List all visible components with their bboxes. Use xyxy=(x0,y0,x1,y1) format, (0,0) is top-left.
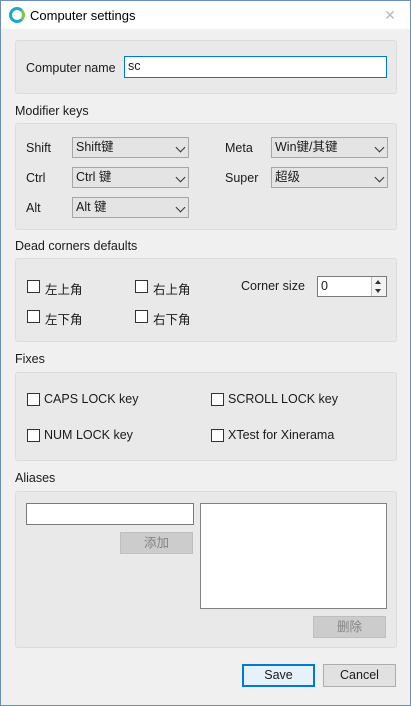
computer-name-input[interactable]: sc xyxy=(124,56,387,78)
chevron-down-icon xyxy=(175,142,186,153)
computer-name-panel: Computer name sc xyxy=(15,40,397,94)
top-right-label: 右上角 xyxy=(153,283,191,297)
alt-label: Alt xyxy=(26,201,41,215)
top-left-checkbox[interactable] xyxy=(27,280,40,293)
bottom-right-checkbox[interactable] xyxy=(135,310,148,323)
scroll-lock-label: SCROLL LOCK key xyxy=(228,392,338,406)
scroll-lock-checkbox[interactable] xyxy=(211,393,224,406)
dead-corners-title: Dead corners defaults xyxy=(15,239,138,253)
xtest-label: XTest for Xinerama xyxy=(228,428,335,442)
chevron-down-icon xyxy=(175,172,186,183)
corner-size-spinbox[interactable]: 0 xyxy=(317,276,387,297)
shift-label: Shift xyxy=(26,141,52,155)
ctrl-select-value: Ctrl 键 xyxy=(76,170,112,184)
add-alias-button[interactable]: 添加 xyxy=(120,532,193,554)
fixes-panel: CAPS LOCK key SCROLL LOCK key NUM LOCK k… xyxy=(15,372,397,461)
save-button[interactable]: Save xyxy=(242,664,315,687)
ctrl-label: Ctrl xyxy=(26,171,46,185)
meta-label: Meta xyxy=(225,141,253,155)
close-icon[interactable]: ✕ xyxy=(378,5,402,25)
meta-select[interactable]: Win键/其键 xyxy=(271,137,388,158)
alt-select-value: Alt 键 xyxy=(76,200,107,214)
caps-lock-label: CAPS LOCK key xyxy=(44,392,139,406)
spin-down-icon[interactable] xyxy=(375,289,381,293)
top-right-checkbox[interactable] xyxy=(135,280,148,293)
bottom-left-checkbox[interactable] xyxy=(27,310,40,323)
super-label: Super xyxy=(225,171,259,185)
modifier-keys-panel: Shift Shift键 Ctrl Ctrl 键 Alt Alt 键 Meta … xyxy=(15,123,397,230)
chevron-down-icon xyxy=(374,172,385,183)
alias-input[interactable] xyxy=(26,503,194,525)
shift-select[interactable]: Shift键 xyxy=(72,137,189,158)
chevron-down-icon xyxy=(374,142,385,153)
computer-name-label: Computer name xyxy=(26,61,116,75)
meta-select-value: Win键/其键 xyxy=(275,140,338,154)
aliases-title: Aliases xyxy=(15,471,56,485)
shift-select-value: Shift键 xyxy=(76,140,114,154)
alt-select[interactable]: Alt 键 xyxy=(72,197,189,218)
computer-settings-dialog: Computer settings ✕ Computer name sc Mod… xyxy=(0,0,411,706)
bottom-left-label: 左下角 xyxy=(45,313,83,327)
super-select[interactable]: 超级 xyxy=(271,167,388,188)
dead-corners-panel: 左上角 右上角 左下角 右下角 Corner size 0 xyxy=(15,258,397,342)
xtest-checkbox[interactable] xyxy=(211,429,224,442)
aliases-panel: 添加 删除 xyxy=(15,491,397,648)
modifier-keys-title: Modifier keys xyxy=(15,104,89,118)
chevron-down-icon xyxy=(175,202,186,213)
window-title: Computer settings xyxy=(30,8,136,23)
corner-size-value: 0 xyxy=(321,279,328,293)
aliases-list[interactable] xyxy=(200,503,387,609)
remove-alias-button[interactable]: 删除 xyxy=(313,616,386,638)
num-lock-checkbox[interactable] xyxy=(27,429,40,442)
ctrl-select[interactable]: Ctrl 键 xyxy=(72,167,189,188)
super-select-value: 超级 xyxy=(275,170,301,184)
spin-buttons xyxy=(371,277,386,296)
num-lock-label: NUM LOCK key xyxy=(44,428,133,442)
cancel-button[interactable]: Cancel xyxy=(323,664,396,687)
title-bar: Computer settings ✕ xyxy=(1,1,410,29)
synergy-icon xyxy=(9,7,25,23)
bottom-right-label: 右下角 xyxy=(153,313,191,327)
corner-size-label: Corner size xyxy=(241,279,305,293)
spin-up-icon[interactable] xyxy=(375,280,381,284)
top-left-label: 左上角 xyxy=(45,283,83,297)
caps-lock-checkbox[interactable] xyxy=(27,393,40,406)
fixes-title: Fixes xyxy=(15,352,45,366)
